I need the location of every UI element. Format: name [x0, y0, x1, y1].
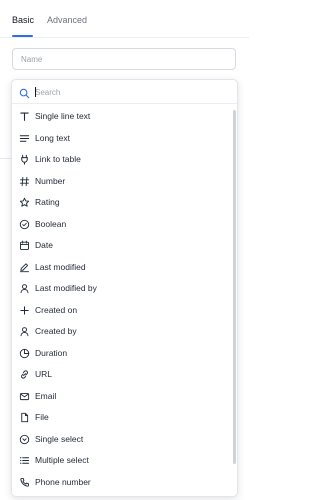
field-type-label: URL [35, 369, 53, 379]
field-type-item[interactable]: Link to table [12, 149, 232, 171]
field-type-item[interactable]: Duration [12, 343, 232, 365]
file-icon [19, 412, 30, 423]
divider [0, 158, 11, 159]
field-type-label: Duration [35, 347, 68, 358]
long-text-icon [19, 133, 30, 144]
field-type-label: Single line text [35, 111, 91, 121]
field-type-label: Number [35, 175, 66, 186]
add-field-panel: Basic Advanced Name Single line text Long… [0, 0, 249, 500]
field-type-label: Created by [35, 326, 77, 336]
search-input[interactable] [35, 86, 225, 98]
link-icon [19, 369, 30, 380]
mail-icon [19, 391, 30, 402]
field-type-item[interactable]: Last modified [12, 257, 232, 279]
field-type-label: Last modified by [35, 283, 97, 293]
check-circle-icon [19, 219, 30, 230]
text-caret [35, 87, 36, 97]
field-type-item[interactable]: Multiple select [12, 450, 232, 472]
field-type-item[interactable]: Single line text [12, 106, 232, 128]
field-type-list: Single line text Long text Link to table Nu… [12, 106, 232, 493]
list-icon [19, 455, 30, 466]
phone-icon [19, 477, 30, 488]
field-type-label: File [35, 412, 49, 422]
field-type-item[interactable]: File [12, 407, 232, 429]
field-type-item[interactable]: Rating [12, 192, 232, 214]
field-type-item[interactable]: Phone number [12, 472, 232, 494]
tab-basic[interactable]: Basic [12, 14, 34, 26]
plus-icon [19, 305, 30, 316]
active-tab-indicator [12, 35, 33, 37]
pie-clock-icon [19, 348, 30, 359]
field-type-item[interactable]: Single select [12, 429, 232, 451]
link-plug-icon [19, 154, 30, 165]
field-type-item[interactable]: Created by [12, 321, 232, 343]
text-t-icon [19, 111, 30, 122]
field-type-label: Long text [35, 132, 70, 143]
field-type-label: Email [35, 390, 57, 401]
field-type-item[interactable]: Created on [12, 300, 232, 322]
hash-icon [19, 176, 30, 187]
field-type-item[interactable]: Email [12, 386, 232, 408]
field-type-label: Link to table [35, 154, 81, 164]
field-type-label: Phone number [35, 476, 91, 487]
field-type-label: Boolean [35, 218, 67, 229]
chevron-circle-icon [19, 434, 30, 445]
search-bar [12, 80, 237, 104]
name-field[interactable]: Name [12, 48, 236, 70]
scrollbar[interactable] [233, 110, 236, 464]
field-type-item[interactable]: URL [12, 364, 232, 386]
edit-pen-icon [19, 262, 30, 273]
field-type-label: Single select [35, 433, 84, 444]
field-type-label: Created on [35, 304, 78, 315]
calendar-icon [19, 240, 30, 251]
tab-advanced[interactable]: Advanced [47, 14, 87, 26]
field-type-label: Date [35, 240, 53, 250]
field-type-item[interactable]: Last modified by [12, 278, 232, 300]
field-type-label: Multiple select [35, 455, 89, 465]
tab-bar: Basic Advanced [0, 0, 249, 38]
field-type-dropdown: Single line text Long text Link to table Nu… [11, 79, 238, 497]
user-icon [19, 326, 30, 337]
field-type-item[interactable]: Long text [12, 128, 232, 150]
star-icon [19, 197, 30, 208]
field-type-item[interactable]: Boolean [12, 214, 232, 236]
field-type-item[interactable]: Date [12, 235, 232, 257]
search-icon [19, 86, 30, 99]
field-type-label: Last modified [35, 261, 86, 272]
user-icon [19, 283, 30, 294]
field-type-label: Rating [35, 197, 60, 207]
field-type-item[interactable]: Number [12, 171, 232, 193]
